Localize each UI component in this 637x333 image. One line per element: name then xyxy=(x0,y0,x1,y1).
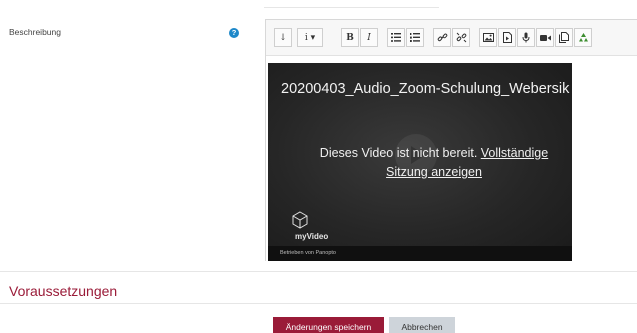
cancel-button[interactable]: Abbrechen xyxy=(389,317,455,333)
list-ul-icon xyxy=(391,33,401,42)
save-changes-button[interactable]: Änderungen speichern xyxy=(273,317,384,333)
image-button[interactable] xyxy=(479,28,497,47)
link-button[interactable] xyxy=(433,28,451,47)
info-dropdown-icon: i ▾ xyxy=(304,32,316,43)
unlink-button[interactable] xyxy=(452,28,470,47)
full-session-link-part1[interactable]: Vollständige xyxy=(481,146,548,160)
question-circle-icon[interactable]: ? xyxy=(229,28,239,38)
accessibility-checker-button[interactable] xyxy=(574,28,592,47)
toggle-toolbar-button[interactable]: ↓ xyxy=(274,28,292,47)
paragraph-style-button[interactable]: i ▾ xyxy=(297,28,323,47)
list-ol-icon xyxy=(410,33,420,42)
record-audio-button[interactable] xyxy=(517,28,535,47)
image-icon xyxy=(482,33,494,42)
previous-field-underline xyxy=(264,0,439,8)
link-icon xyxy=(437,33,447,42)
media-button[interactable] xyxy=(498,28,516,47)
unlink-icon xyxy=(456,32,466,43)
brand-name: myVideo xyxy=(295,232,329,241)
microphone-icon xyxy=(522,32,530,43)
video-status-message: Dieses Video ist nicht bereit. Vollständ… xyxy=(282,146,572,160)
myvideo-logo-icon xyxy=(292,211,308,229)
video-camera-icon xyxy=(539,34,551,41)
full-session-link-part2[interactable]: Sitzung anzeigen xyxy=(386,165,482,179)
arrow-down-icon: ↓ xyxy=(279,32,287,43)
italic-button[interactable]: I xyxy=(360,28,378,47)
editor-toolbar: ↓ i ▾ B I xyxy=(266,20,637,56)
unordered-list-button[interactable] xyxy=(387,28,405,47)
ordered-list-button[interactable] xyxy=(406,28,424,47)
manage-files-button[interactable] xyxy=(555,28,573,47)
powered-by-panopto: Betrieben von Panopto xyxy=(268,246,572,261)
bold-button[interactable]: B xyxy=(341,28,359,47)
not-ready-text: Dieses Video ist nicht bereit. xyxy=(319,146,478,160)
full-session-link-line2: Sitzung anzeigen xyxy=(282,165,572,179)
description-editor[interactable]: ↓ i ▾ B I 20200403_Audio_Zoom-Schulung_W… xyxy=(265,19,637,261)
description-label: Beschreibung xyxy=(9,27,61,37)
record-video-button[interactable] xyxy=(536,28,554,47)
section-title-prerequisites[interactable]: Voraussetzungen xyxy=(9,283,117,299)
video-title: 20200403_Audio_Zoom-Schulung_Webersik xyxy=(281,81,570,97)
files-icon xyxy=(559,32,569,43)
bold-icon: B xyxy=(346,32,354,43)
italic-icon: I xyxy=(367,32,371,43)
section-divider-bottom xyxy=(0,303,637,304)
recycle-icon xyxy=(578,33,588,42)
video-embed[interactable]: 20200403_Audio_Zoom-Schulung_Webersik Di… xyxy=(268,63,572,261)
file-media-icon xyxy=(502,32,512,43)
section-divider-top xyxy=(0,271,637,272)
editor-content[interactable]: 20200403_Audio_Zoom-Schulung_Webersik Di… xyxy=(266,57,637,261)
